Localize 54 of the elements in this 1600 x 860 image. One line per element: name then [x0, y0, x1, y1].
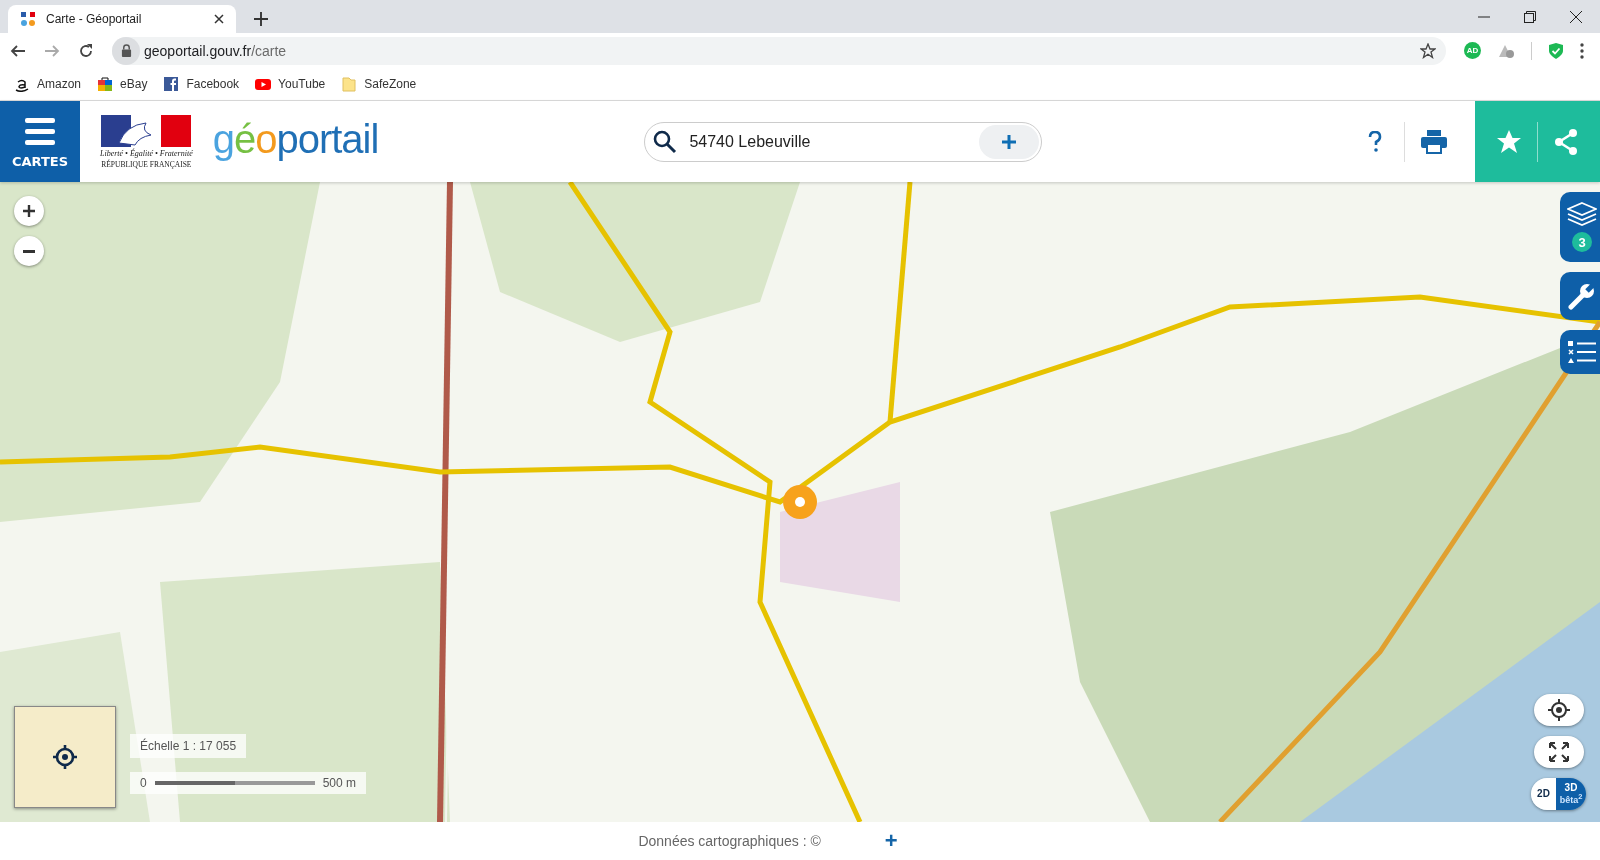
- view-mode-button[interactable]: 3D bêta$^{2}$: [1556, 778, 1586, 810]
- layer-count-badge: 3: [1572, 232, 1592, 252]
- printer-icon: [1421, 129, 1447, 154]
- url-host: geoportail.gouv.fr: [144, 42, 252, 59]
- address-field[interactable]: geoportail.gouv.fr/carte: [112, 36, 1446, 65]
- question-mark-icon: [1368, 130, 1382, 153]
- bookmark-link[interactable]: eBay: [97, 76, 148, 92]
- share-icon: [1553, 128, 1579, 155]
- advanced-search-button[interactable]: [979, 124, 1040, 159]
- plus-icon: [1001, 133, 1018, 150]
- map-scale-label: Échelle 1 : 17 055: [130, 734, 247, 758]
- bookmark-link[interactable]: Amazon: [14, 76, 82, 92]
- locate-target-icon: [1547, 699, 1570, 721]
- minus-icon: [22, 249, 36, 253]
- search-icon: [653, 129, 678, 154]
- layers-icon: [1567, 202, 1597, 228]
- star-icon[interactable]: [1420, 42, 1436, 59]
- wrench-icon: [1568, 282, 1596, 310]
- scale-end-label: 500 m: [322, 776, 357, 790]
- list-icon: [1568, 340, 1596, 364]
- shopping-bag-icon: [97, 76, 114, 92]
- facebook-logo-icon: [163, 76, 180, 92]
- shield-check-icon[interactable]: [1548, 41, 1564, 60]
- new-tab-icon[interactable]: [254, 12, 268, 26]
- restore-icon[interactable]: [1524, 10, 1536, 23]
- close-icon[interactable]: [1570, 10, 1582, 23]
- locate-target-icon: [53, 745, 77, 769]
- scale-bar-icon: [154, 781, 315, 785]
- lock-icon: [120, 44, 132, 57]
- browser-tab[interactable]: Carte - Géoportail: [8, 5, 236, 33]
- republic-motto: Liberté • Égalité • Fraternité: [100, 148, 193, 158]
- overview-map[interactable]: [14, 706, 116, 808]
- plus-icon: [22, 204, 36, 218]
- bookmark-link[interactable]: SafeZone: [341, 76, 417, 92]
- url-path: /carte: [251, 42, 287, 59]
- more-menu-icon[interactable]: [1580, 42, 1584, 59]
- star-icon: [1496, 128, 1522, 155]
- credits-expand-button[interactable]: +: [880, 830, 902, 852]
- bookmark-link[interactable]: YouTube: [255, 76, 326, 92]
- marianne-flag-icon: [101, 114, 192, 147]
- folder-icon: [341, 76, 358, 92]
- close-icon[interactable]: [214, 14, 224, 24]
- legend-button[interactable]: [1560, 330, 1600, 374]
- scale-start-label: 0: [140, 776, 147, 790]
- map-credits: Données cartographiques : ©: [638, 833, 821, 849]
- bookmark-link[interactable]: Facebook: [163, 76, 240, 92]
- back-icon[interactable]: [10, 42, 26, 59]
- reload-icon[interactable]: [78, 42, 94, 59]
- menu-button[interactable]: CARTES: [0, 101, 80, 182]
- favicon-icon: [20, 11, 36, 27]
- expand-arrows-icon: [1547, 741, 1570, 763]
- menu-icon: [25, 118, 55, 146]
- play-logo-icon: [255, 76, 272, 92]
- tools-button[interactable]: [1560, 272, 1600, 320]
